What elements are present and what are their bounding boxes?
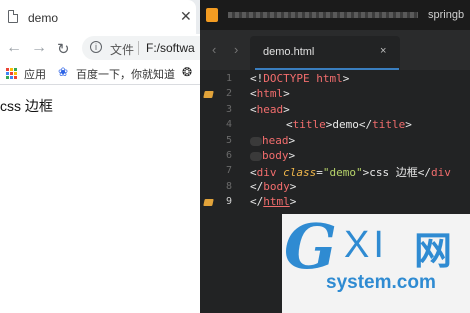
line-number: 1 (225, 73, 232, 84)
bookmarks-bar: 应用 ❀ 百度一下，你就知道 ❂ (0, 62, 200, 85)
extension-icon[interactable]: ❂ (182, 65, 192, 79)
editor-tab-bar: ‹ › demo.html × (200, 30, 470, 70)
line-number: 5 (225, 134, 232, 146)
bookmark-apps[interactable]: 应用 (24, 66, 46, 82)
arrow-left-icon[interactable]: ← (6, 39, 22, 57)
code-text: <!DOCTYPE html> (250, 72, 350, 85)
code-text: head> (262, 133, 296, 147)
line-number: 3 (225, 103, 232, 115)
address-bar[interactable]: i 文件 F:/softwa (82, 36, 212, 60)
close-icon[interactable]: × (380, 45, 386, 57)
page-content-div: css 边框 (0, 98, 53, 114)
line-number: 2 (225, 88, 232, 100)
document-icon (8, 10, 18, 23)
line-number: 6 (225, 149, 232, 161)
chevron-left-icon[interactable]: ‹ (212, 42, 216, 57)
editor-title-bar: springb (200, 0, 470, 30)
browser-toolbar: ← → ↻ i 文件 F:/softwa (0, 34, 212, 62)
line-number: 8 (225, 180, 232, 192)
browser-tab-title: demo (28, 11, 59, 25)
address-separator (138, 41, 139, 55)
code-line: 7 <div class="demo">css 边框</div (200, 164, 470, 179)
chevron-right-icon[interactable]: › (234, 42, 238, 57)
code-line: 6 body> (200, 149, 470, 164)
arrow-right-icon[interactable]: → (31, 39, 47, 57)
close-icon[interactable]: ✕ (180, 8, 192, 25)
code-text: <div class="demo">css 边框</div (250, 166, 451, 180)
code-text: <head> (250, 102, 290, 116)
code-line: 3 <head> (200, 103, 470, 118)
blurred-window-path (228, 12, 418, 18)
code-line: 5 head> (200, 134, 470, 149)
code-line: 2 <html> (200, 87, 470, 102)
browser-window: demo ✕ ← → ↻ i 文件 F:/softwa 应用 ❀ 百度一下，你就… (0, 0, 212, 313)
code-line: 1 <!DOCTYPE html> (200, 72, 470, 87)
browser-tab-strip: demo ✕ (0, 0, 200, 34)
editor-window-title: springb (428, 9, 465, 21)
gxi-watermark-logo: G XI 网 system.com (282, 210, 470, 313)
line-number: 7 (225, 165, 232, 177)
active-tab-indicator (255, 68, 399, 70)
baidu-paw-icon[interactable]: ❀ (58, 65, 68, 79)
code-line: 4 <title>demo</title> (200, 118, 470, 133)
editor-file-tab[interactable]: demo.html × (250, 36, 400, 70)
blur-artifact (250, 151, 262, 161)
line-number: 9 (225, 196, 232, 208)
code-text: </html> (250, 195, 297, 209)
code-text: body> (262, 148, 296, 162)
address-scheme-label: 文件 (110, 43, 135, 57)
blur-artifact (250, 136, 262, 146)
info-icon[interactable]: i (90, 41, 102, 53)
watermark-site-text: system.com (326, 272, 436, 293)
code-line-current: 9 </html> (200, 195, 470, 210)
code-text: </body> (250, 179, 297, 193)
editor-file-tab-title: demo.html (263, 46, 315, 58)
code-area[interactable]: 1 <!DOCTYPE html> 2 <html> 3 <head> 4 <t… (200, 72, 470, 212)
apps-grid-icon[interactable] (6, 68, 17, 79)
code-text: <html> (250, 87, 290, 101)
code-text: <title>demo</title> (286, 118, 412, 132)
address-url-text: F:/softwa (146, 41, 195, 55)
bookmark-baidu[interactable]: 百度一下，你就知道 (76, 66, 175, 82)
code-line: 8 </body> (200, 180, 470, 195)
browser-tab-demo[interactable]: demo ✕ (0, 0, 196, 34)
reload-icon[interactable]: ↻ (57, 40, 70, 58)
watermark-logo-xi: XI (344, 224, 388, 266)
watermark-logo-wang: 网 (414, 231, 453, 273)
line-number: 4 (225, 119, 232, 131)
sublime-logo-icon (206, 8, 218, 22)
